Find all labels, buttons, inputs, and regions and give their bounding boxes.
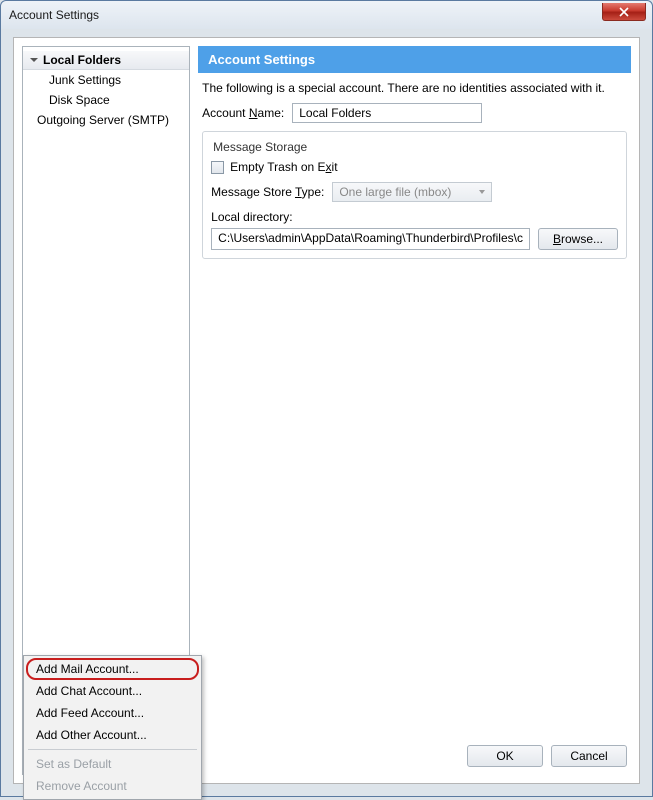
menu-add-other-account[interactable]: Add Other Account... [26,724,199,746]
tree-item-junk-settings[interactable]: Junk Settings [23,70,189,90]
tree-item-label: Outgoing Server (SMTP) [37,113,169,127]
tree-item-label: Junk Settings [49,73,121,87]
account-actions-menu: Add Mail Account... Add Chat Account... … [23,655,202,800]
menu-add-mail-account[interactable]: Add Mail Account... [26,658,199,680]
account-name-row: Account Name: [202,103,627,123]
menu-item-label: Add Mail Account... [36,662,139,676]
menu-item-label: Set as Default [36,757,111,771]
tree-item-label: Disk Space [49,93,110,107]
cancel-button[interactable]: Cancel [551,745,627,767]
menu-remove-account: Remove Account [26,775,199,797]
panel-intro: The following is a special account. Ther… [202,81,627,95]
menu-add-feed-account[interactable]: Add Feed Account... [26,702,199,724]
menu-item-label: Remove Account [36,779,127,793]
panel-content: The following is a special account. Ther… [198,73,631,737]
close-icon [619,7,629,17]
tree-item-disk-space[interactable]: Disk Space [23,90,189,110]
expander-icon [29,55,39,65]
tree-item-outgoing-server[interactable]: Outgoing Server (SMTP) [23,110,189,130]
account-name-label: Account Name: [202,106,284,120]
window-title: Account Settings [9,8,99,22]
account-name-input[interactable] [292,103,482,123]
store-type-select[interactable]: One large file (mbox) [332,182,492,202]
menu-item-label: Add Feed Account... [36,706,144,720]
message-storage-group: Message Storage Empty Trash on Exit Mess… [202,131,627,259]
menu-item-label: Add Chat Account... [36,684,142,698]
empty-trash-label: Empty Trash on Exit [230,160,337,174]
tree-item-local-folders[interactable]: Local Folders [23,51,189,70]
ok-button[interactable]: OK [467,745,543,767]
store-type-row: Message Store Type: One large file (mbox… [211,182,618,202]
titlebar[interactable]: Account Settings [1,1,652,29]
menu-item-label: Add Other Account... [36,728,147,742]
local-directory-input[interactable]: C:\Users\admin\AppData\Roaming\Thunderbi… [211,228,530,250]
settings-panel: Account Settings The following is a spec… [198,46,631,775]
menu-separator [28,749,197,750]
local-directory-row: C:\Users\admin\AppData\Roaming\Thunderbi… [211,228,618,250]
accounts-tree: Local Folders Junk Settings Disk Space O… [23,47,189,744]
store-type-label: Message Store Type: [211,185,324,199]
dialog-footer: OK Cancel [198,737,631,775]
browse-button[interactable]: Browse... [538,228,618,250]
menu-add-chat-account[interactable]: Add Chat Account... [26,680,199,702]
store-type-value: One large file (mbox) [339,185,451,199]
empty-trash-checkbox[interactable] [211,161,224,174]
empty-trash-row: Empty Trash on Exit [211,160,618,174]
message-storage-legend: Message Storage [209,140,311,154]
menu-set-default: Set as Default [26,753,199,775]
local-directory-label: Local directory: [211,210,618,224]
tree-item-label: Local Folders [43,53,121,67]
panel-header: Account Settings [198,46,631,73]
chevron-down-icon [479,190,485,194]
close-button[interactable] [602,3,646,21]
